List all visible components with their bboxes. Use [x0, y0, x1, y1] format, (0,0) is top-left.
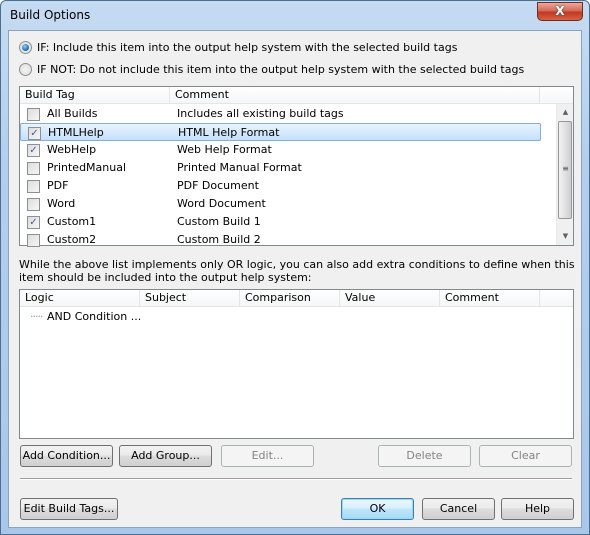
- radio-if-not[interactable]: IF NOT: Do not include this item into th…: [19, 63, 524, 76]
- scroll-thumb[interactable]: ≡: [558, 121, 572, 219]
- add-condition-button[interactable]: Add Condition...: [20, 445, 113, 467]
- build-tags-scrollbar[interactable]: ▲ ≡ ▼: [556, 104, 573, 245]
- build-tag-checkbox[interactable]: ✓: [27, 144, 40, 157]
- radio-if-label: IF: Include this item into the output he…: [37, 41, 458, 54]
- build-tag-name: All Builds: [47, 107, 98, 120]
- build-tag-comment: PDF Document: [177, 179, 259, 192]
- radio-button-if-not[interactable]: [19, 63, 32, 76]
- column-header-comment[interactable]: Comment: [440, 290, 540, 307]
- build-tag-checkbox[interactable]: [27, 198, 40, 211]
- conditions-list[interactable]: Logic Subject Comparison Value Comment ·…: [19, 289, 574, 439]
- column-header-logic[interactable]: Logic: [20, 290, 140, 307]
- build-tag-row[interactable]: PDF PDF Document: [20, 177, 541, 195]
- build-tag-checkbox[interactable]: [27, 234, 40, 247]
- radio-button-if[interactable]: [19, 41, 32, 54]
- edit-button[interactable]: Edit...: [221, 445, 314, 467]
- build-tag-name: WebHelp: [47, 143, 97, 156]
- column-header-comparison[interactable]: Comparison: [240, 290, 340, 307]
- build-tag-row[interactable]: All Builds Includes all existing build ta…: [20, 105, 541, 123]
- help-button[interactable]: Help: [501, 498, 574, 520]
- tree-line-icon: ·····: [30, 310, 44, 323]
- build-tag-comment: Web Help Format: [177, 143, 272, 156]
- title-bar[interactable]: Build Options X: [1, 1, 589, 31]
- close-icon: X: [555, 4, 565, 18]
- dialog-body: IF: Include this item into the output he…: [8, 30, 582, 528]
- build-tags-list[interactable]: Build Tag Comment All Builds Includes all…: [19, 86, 574, 249]
- build-tag-comment: HTML Help Format: [178, 126, 280, 139]
- build-tags-header: Build Tag Comment: [20, 87, 573, 104]
- column-header-comment[interactable]: Comment: [170, 87, 540, 104]
- add-group-button[interactable]: Add Group...: [119, 445, 212, 467]
- condition-row[interactable]: ····· AND Condition ...: [20, 308, 555, 326]
- build-tag-row[interactable]: ✓ Custom1 Custom Build 1: [20, 213, 541, 231]
- build-tag-comment: Printed Manual Format: [177, 161, 302, 174]
- conditions-description: While the above list implements only OR …: [19, 258, 575, 284]
- column-header-subject[interactable]: Subject: [140, 290, 240, 307]
- build-tag-checkbox[interactable]: [27, 162, 40, 175]
- build-tag-row[interactable]: Word Word Document: [20, 195, 541, 213]
- build-tag-name: HTMLHelp: [48, 126, 104, 139]
- build-tag-name: PDF: [47, 179, 69, 192]
- build-tag-checkbox[interactable]: ✓: [28, 127, 41, 140]
- build-tag-name: Custom2: [47, 233, 97, 246]
- edit-build-tags-button[interactable]: Edit Build Tags...: [20, 498, 118, 520]
- build-tag-checkbox[interactable]: [27, 108, 40, 121]
- radio-if[interactable]: IF: Include this item into the output he…: [19, 41, 457, 54]
- dialog-title: Build Options: [10, 8, 91, 22]
- delete-button[interactable]: Delete: [378, 445, 471, 467]
- cancel-button[interactable]: Cancel: [422, 498, 495, 520]
- build-tag-name: PrintedManual: [47, 161, 127, 174]
- radio-if-not-label: IF NOT: Do not include this item into th…: [37, 63, 525, 76]
- conditions-header: Logic Subject Comparison Value Comment: [20, 290, 573, 307]
- build-tag-name: Word: [47, 197, 76, 210]
- separator: [20, 478, 572, 480]
- build-tag-comment: Word Document: [177, 197, 266, 210]
- build-tag-row[interactable]: ✓ HTMLHelp HTML Help Format: [20, 123, 541, 141]
- build-tag-comment: Custom Build 1: [177, 215, 261, 228]
- build-tag-comment: Custom Build 2: [177, 233, 261, 246]
- build-options-dialog: Build Options X IF: Include this item in…: [0, 0, 590, 535]
- clear-button[interactable]: Clear: [479, 445, 572, 467]
- build-tag-row[interactable]: Custom2 Custom Build 2: [20, 231, 541, 249]
- build-tag-name: Custom1: [47, 215, 97, 228]
- scroll-up-arrow-icon[interactable]: ▲: [557, 104, 574, 121]
- build-tag-row[interactable]: PrintedManual Printed Manual Format: [20, 159, 541, 177]
- scroll-down-arrow-icon[interactable]: ▼: [557, 228, 574, 245]
- build-tag-checkbox[interactable]: [27, 180, 40, 193]
- close-button[interactable]: X: [537, 2, 583, 21]
- build-tag-row[interactable]: ✓ WebHelp Web Help Format: [20, 141, 541, 159]
- build-tag-checkbox[interactable]: ✓: [27, 216, 40, 229]
- column-header-build-tag[interactable]: Build Tag: [20, 87, 170, 104]
- column-header-value[interactable]: Value: [340, 290, 440, 307]
- build-tag-comment: Includes all existing build tags: [177, 107, 344, 120]
- ok-button[interactable]: OK: [341, 498, 414, 520]
- grip-icon: ≡: [562, 164, 569, 173]
- condition-logic: AND Condition ...: [47, 310, 142, 323]
